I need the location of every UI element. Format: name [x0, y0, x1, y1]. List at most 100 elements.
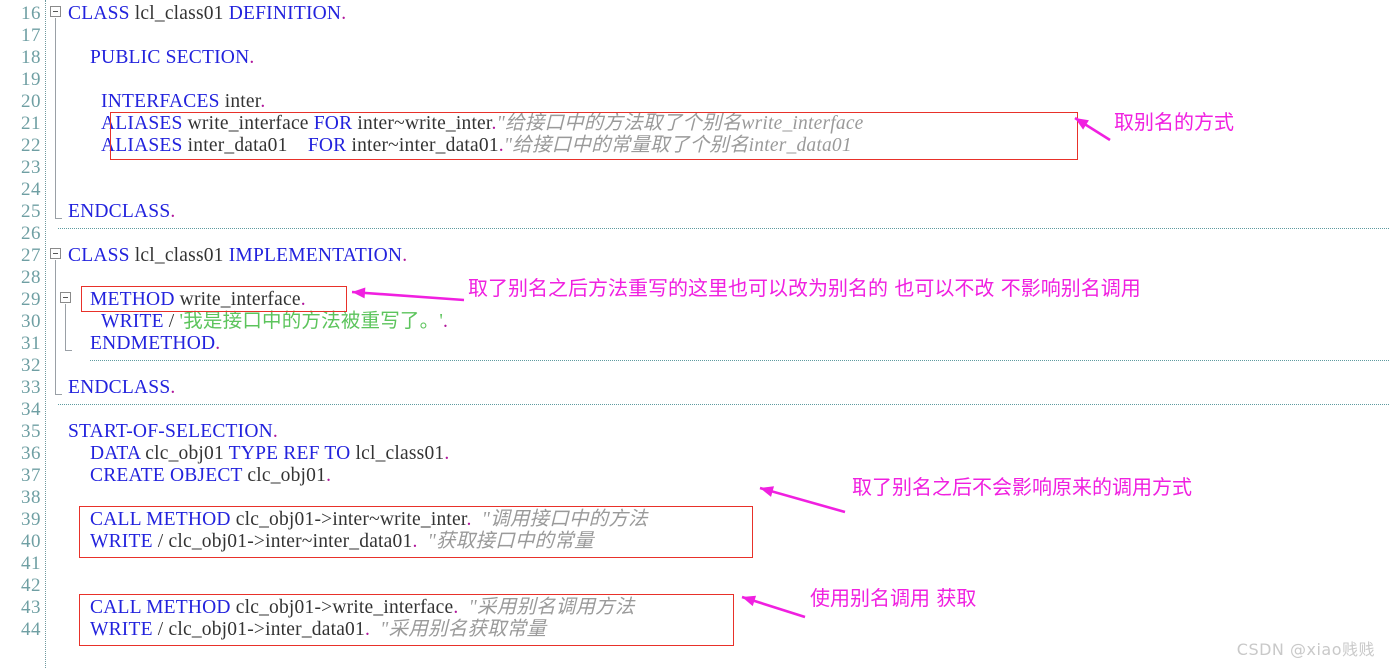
fold-guide-line-definition — [55, 18, 56, 218]
code-token-id: write_interface — [174, 289, 301, 310]
fold-toggle-icon-class-definition[interactable] — [50, 6, 61, 17]
line-number: 35 — [21, 421, 41, 442]
code-line-44[interactable]: WRITE / clc_obj01->inter_data01. "采用别名获取… — [90, 619, 546, 641]
csdn-watermark: CSDN @xiao贱贱 — [1236, 640, 1375, 659]
annot-use-alias: 使用别名调用 获取 — [810, 586, 977, 610]
line-number: 23 — [21, 157, 41, 178]
code-token-kw: DEFINITION — [228, 3, 342, 24]
code-token-kw: ENDCLASS — [68, 377, 171, 398]
line-number: 19 — [21, 69, 41, 90]
fold-guide-line-implementation — [55, 260, 56, 394]
code-token-dot: . — [170, 377, 176, 398]
code-line-36[interactable]: DATA clc_obj01 TYPE REF TO lcl_class01. — [90, 443, 449, 465]
code-token-dot: . — [402, 245, 408, 266]
code-token-dot: . — [444, 443, 450, 464]
line-number: 16 — [21, 3, 41, 24]
code-line-37[interactable]: CREATE OBJECT clc_obj01. — [90, 465, 331, 487]
code-line-18[interactable]: PUBLIC SECTION. — [90, 47, 254, 69]
fold-end-tick-definition — [55, 218, 62, 219]
code-line-31[interactable]: ENDMETHOD. — [90, 333, 220, 355]
code-token-id: inter~write_inter — [352, 113, 492, 134]
line-number: 44 — [21, 619, 41, 640]
code-token-kw: CREATE OBJECT — [90, 465, 243, 486]
code-token-cmt: "采用别名获取常量 — [370, 619, 547, 640]
line-number: 25 — [21, 201, 41, 222]
line-number: 33 — [21, 377, 41, 398]
line-number: 40 — [21, 531, 41, 552]
line-number: 38 — [21, 487, 41, 508]
code-token-id: / — [163, 311, 180, 332]
code-line-25[interactable]: ENDCLASS. — [68, 201, 175, 223]
fold-end-tick-implementation — [55, 394, 62, 395]
code-token-id: lcl_class01 — [134, 3, 224, 24]
code-folding-column[interactable] — [46, 0, 72, 668]
code-token-cmt: "获取接口中的常量 — [417, 531, 594, 552]
line-number: 27 — [21, 245, 41, 266]
code-token-kw: FOR — [307, 135, 347, 156]
line-number: 34 — [21, 399, 41, 420]
code-line-21[interactable]: ALIASES write_interface FOR inter~write_… — [101, 113, 864, 135]
code-line-33[interactable]: ENDCLASS. — [68, 377, 175, 399]
code-token-kw: CALL METHOD — [90, 509, 231, 530]
code-token-dot: . — [249, 47, 255, 68]
line-number: 17 — [21, 25, 41, 46]
code-token-kw: ALIASES — [101, 113, 183, 134]
code-line-39[interactable]: CALL METHOD clc_obj01->inter~write_inter… — [90, 509, 648, 531]
code-token-kw: ENDCLASS — [68, 201, 171, 222]
code-token-kw: CLASS — [68, 245, 130, 266]
code-line-22[interactable]: ALIASES inter_data01 FOR inter~inter_dat… — [101, 135, 852, 157]
line-number: 42 — [21, 575, 41, 596]
code-token-dot: . — [300, 289, 306, 310]
line-number: 31 — [21, 333, 41, 354]
code-token-id: lcl_class01 — [350, 443, 445, 464]
code-token-kw: WRITE — [90, 619, 153, 640]
code-token-kw: IMPLEMENTATION — [228, 245, 403, 266]
code-token-kw: START-OF-SELECTION — [68, 421, 273, 442]
code-line-20[interactable]: INTERFACES inter. — [101, 91, 265, 113]
code-line-30[interactable]: WRITE / '我是接口中的方法被重写了。'. — [101, 311, 448, 333]
code-line-27[interactable]: CLASS lcl_class01 IMPLEMENTATION. — [68, 245, 407, 267]
fold-end-tick-method — [65, 350, 72, 351]
fold-toggle-icon-method[interactable] — [60, 292, 71, 303]
code-token-kw: CLASS — [68, 3, 130, 24]
code-token-id: / clc_obj01->inter_data01 — [152, 619, 365, 640]
code-token-kw: METHOD — [90, 289, 175, 310]
line-number: 24 — [21, 179, 41, 200]
code-token-dot: . — [443, 311, 449, 332]
line-number: 39 — [21, 509, 41, 530]
code-line-16[interactable]: CLASS lcl_class01 DEFINITION. — [68, 3, 346, 25]
line-number: 28 — [21, 267, 41, 288]
line-number: 43 — [21, 597, 41, 618]
code-token-cmt: "调用接口中的方法 — [471, 509, 648, 530]
code-token-id: clc_obj01 — [242, 465, 327, 486]
line-number: 41 — [21, 553, 41, 574]
code-token-id: clc_obj01 — [140, 443, 229, 464]
line-number: 20 — [21, 91, 41, 112]
code-token-id: inter~inter_data01 — [346, 135, 499, 156]
code-token-str: '我是接口中的方法被重写了。' — [179, 311, 444, 332]
code-token-kw: ENDMETHOD — [90, 333, 216, 354]
code-token-kw: CALL METHOD — [90, 597, 231, 618]
code-token-kw: WRITE — [90, 531, 153, 552]
line-number: 32 — [21, 355, 41, 376]
line-number: 29 — [21, 289, 41, 310]
sep-endclass-25 — [58, 228, 1389, 229]
code-token-kw: FOR — [313, 113, 353, 134]
code-token-dot: . — [341, 3, 347, 24]
code-token-kw: WRITE — [101, 311, 164, 332]
annot-original-call: 取了别名之后不会影响原来的调用方式 — [852, 475, 1192, 499]
line-number: 22 — [21, 135, 41, 156]
fold-toggle-icon-class-implementation[interactable] — [50, 248, 61, 259]
line-number: 36 — [21, 443, 41, 464]
code-token-dot: . — [272, 421, 278, 442]
code-line-40[interactable]: WRITE / clc_obj01->inter~inter_data01. "… — [90, 531, 594, 553]
code-editor[interactable]: 16 17 18 19 20 21 22 23 24 25 26 27 28 29 30 31 32 33 34 35… — [0, 0, 1389, 668]
code-token-cmt: "给接口中的方法取了个别名write_interface — [496, 113, 864, 134]
code-line-43[interactable]: CALL METHOD clc_obj01->write_interface. … — [90, 597, 635, 619]
code-token-id: / clc_obj01->inter~inter_data01 — [152, 531, 413, 552]
code-token-id: clc_obj01->inter~write_inter — [230, 509, 467, 530]
line-number: 37 — [21, 465, 41, 486]
code-line-29[interactable]: METHOD write_interface. — [90, 289, 306, 311]
code-token-id: inter_data01 — [182, 135, 308, 156]
code-line-35[interactable]: START-OF-SELECTION. — [68, 421, 278, 443]
